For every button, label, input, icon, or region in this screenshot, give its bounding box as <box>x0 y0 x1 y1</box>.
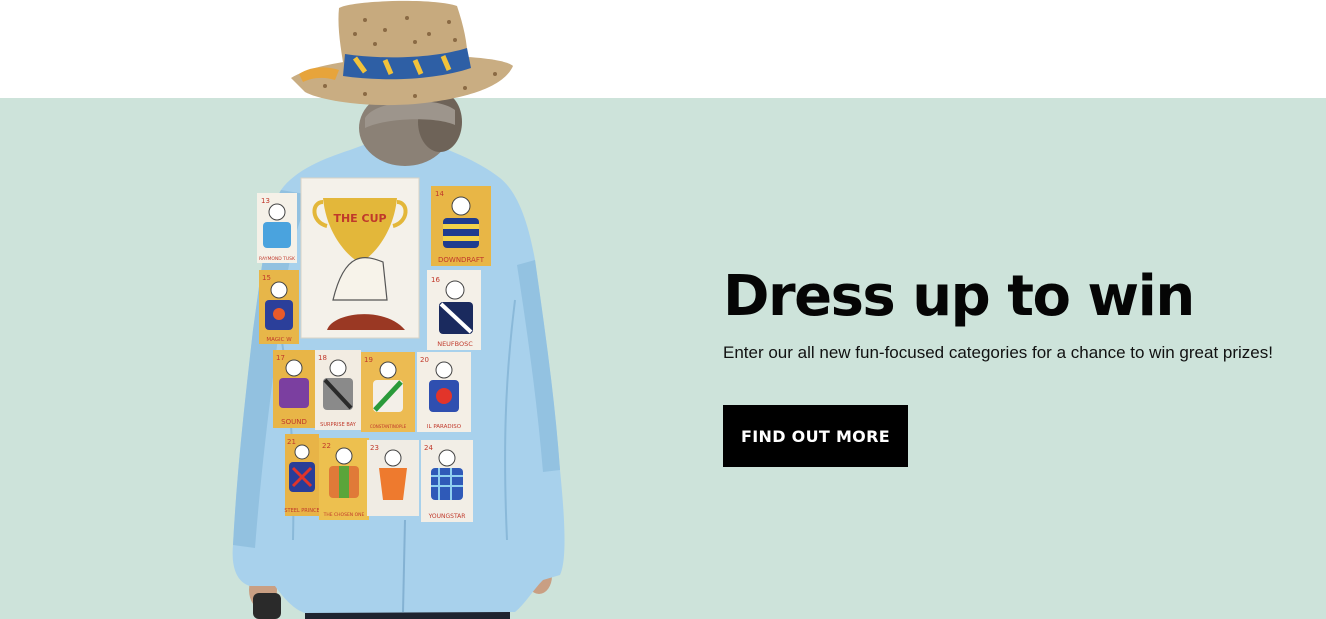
jockey-patch: 18 SURPRISE BAY <box>315 350 361 430</box>
jockey-patch: 17 SOUND <box>273 350 315 428</box>
patch-name: CONSTANTINOPLE <box>370 424 407 429</box>
find-out-more-button[interactable]: FIND OUT MORE <box>723 405 908 467</box>
hero-subtitle: Enter our all new fun-focused categories… <box>723 343 1273 362</box>
patch-number: 17 <box>276 354 285 362</box>
patch-number: 13 <box>261 197 270 205</box>
patch-name: IL PARADISO <box>427 424 462 430</box>
patch-number: 14 <box>435 190 444 198</box>
jockey-patch: 13 RAYMOND TUSK <box>257 193 297 263</box>
patch-number: 18 <box>318 354 327 362</box>
jockey-patch: 15 MAGIC W <box>259 270 299 344</box>
patch-number: 22 <box>322 442 331 450</box>
patch-name: DOWNDRAFT <box>438 256 485 264</box>
patch-name: THE CHOSEN ONE <box>323 512 365 518</box>
patch-name: SOUND <box>281 418 307 426</box>
patch-name: NEUFBOSC <box>437 340 473 348</box>
cup-patch-label: THE CUP <box>333 212 386 225</box>
hero-content: Dress up to win Enter our all new fun-fo… <box>723 262 1323 467</box>
jockey-patch: 14 DOWNDRAFT <box>431 186 491 266</box>
patch-number: 19 <box>364 356 373 364</box>
patch-name: YOUNGSTAR <box>428 513 466 520</box>
jockey-patch: 24 YOUNGSTAR <box>421 440 473 522</box>
patch-name: SURPRISE BAY <box>320 422 357 428</box>
patch-name: STEEL PRINCE <box>284 508 319 514</box>
patch-name: MAGIC W <box>266 337 292 343</box>
cup-patch: THE CUP <box>300 177 420 339</box>
patch-number: 24 <box>424 444 433 452</box>
jockey-patch: 20 IL PARADISO <box>417 352 471 432</box>
patch-row-3: 17 SOUND 18 SURPRISE BAY 19 CONSTANTINOP… <box>273 350 471 432</box>
hero-image: THE CUP 13 RAYMOND TUSK 14 DOWNDRAFT 15 … <box>215 0 595 619</box>
patch-number: 21 <box>287 438 296 446</box>
jockey-patch: 16 NEUFBOSC <box>427 270 481 350</box>
promo-page: THE CUP 13 RAYMOND TUSK 14 DOWNDRAFT 15 … <box>0 0 1326 619</box>
patch-row-4: 21 STEEL PRINCE 22 THE CHOSEN ONE 23 24 … <box>284 434 473 522</box>
jockey-patch: 23 <box>367 440 419 516</box>
patch-name: RAYMOND TUSK <box>259 256 296 262</box>
hero-title: Dress up to win <box>723 264 1195 329</box>
patch-number: 16 <box>431 276 440 284</box>
patch-number: 15 <box>262 274 271 282</box>
jockey-patch: 19 CONSTANTINOPLE <box>361 352 415 432</box>
patch-number: 23 <box>370 444 379 452</box>
hat <box>291 0 513 106</box>
jockey-patch: 22 THE CHOSEN ONE <box>319 438 369 520</box>
jockey-patch: 21 STEEL PRINCE <box>284 434 320 516</box>
patch-number: 20 <box>420 356 429 364</box>
